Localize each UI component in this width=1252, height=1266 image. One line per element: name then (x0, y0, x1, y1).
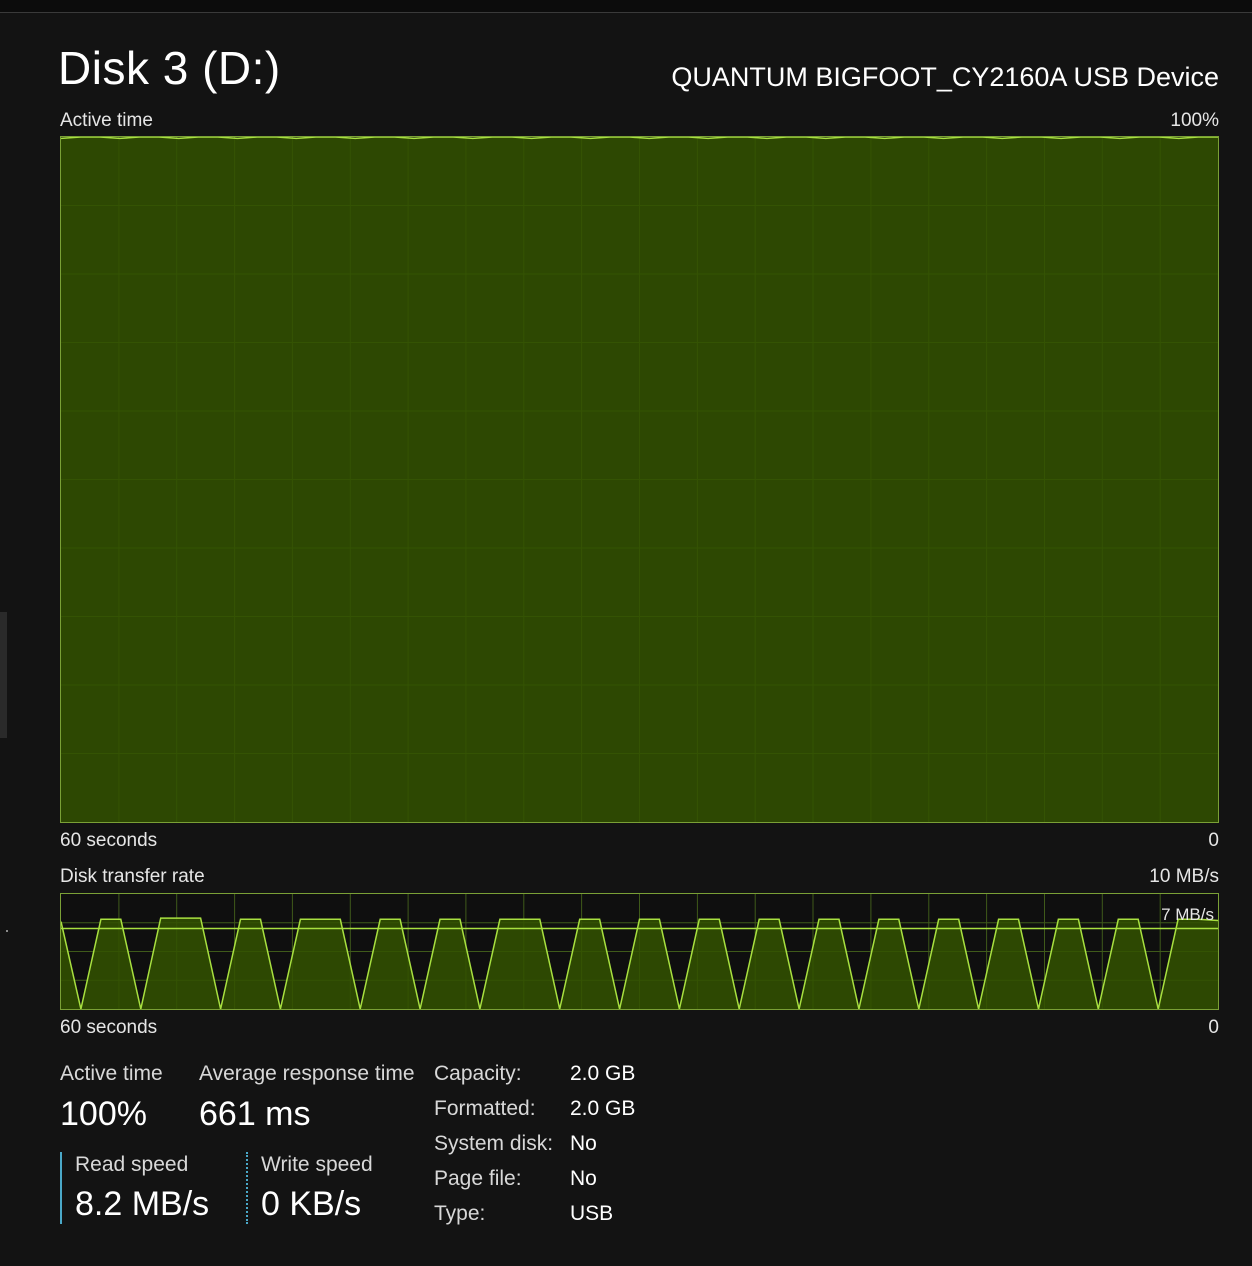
info-formatted-label: Formatted: (434, 1097, 536, 1120)
avg-response-stat-label: Average response time (199, 1062, 415, 1085)
transfer-chart-min-label: 0 (1208, 1017, 1219, 1038)
read-speed-value: 8.2 MB/s (75, 1185, 210, 1223)
active-chart-label: Active time (60, 110, 153, 131)
write-speed-label: Write speed (261, 1153, 373, 1176)
transfer-chart-label: Disk transfer rate (60, 866, 205, 887)
active-time-chart-svg (61, 137, 1218, 822)
info-capacity-label: Capacity: (434, 1062, 522, 1085)
info-formatted-value: 2.0 GB (570, 1097, 636, 1120)
active-chart-max-label: 100% (1170, 110, 1219, 131)
info-system-disk-value: No (570, 1132, 597, 1155)
window-top-border (0, 0, 1252, 13)
info-page-file-label: Page file: (434, 1167, 522, 1190)
write-speed-accent (246, 1152, 248, 1224)
avg-response-stat-value: 661 ms (199, 1095, 311, 1133)
active-time-stat-value: 100% (60, 1095, 147, 1133)
page-title: Disk 3 (D:) (58, 42, 281, 94)
series-area (61, 137, 1218, 822)
device-name: QUANTUM BIGFOOT_CY2160A USB Device (671, 62, 1219, 92)
info-page-file-value: No (570, 1167, 597, 1190)
info-type-label: Type: (434, 1202, 486, 1225)
transfer-chart-time-label: 60 seconds (60, 1017, 158, 1038)
sidebar-dot (6, 930, 8, 932)
info-system-disk-label: System disk: (434, 1132, 554, 1155)
active-time-stat-label: Active time (60, 1062, 163, 1085)
info-type-value: USB (570, 1202, 614, 1225)
read-speed-accent (60, 1152, 62, 1224)
read-speed-label: Read speed (75, 1153, 189, 1176)
transfer-rate-chart-svg (61, 894, 1218, 1009)
active-chart-time-label: 60 seconds (60, 830, 158, 851)
transfer-ref-label: 7 MB/s (1161, 905, 1214, 924)
sidebar-scroll-indicator (0, 612, 7, 738)
transfer-rate-chart: 7 MB/s (60, 893, 1219, 1010)
active-chart-min-label: 0 (1208, 830, 1219, 851)
transfer-chart-max-label: 10 MB/s (1149, 866, 1219, 887)
info-capacity-value: 2.0 GB (570, 1062, 636, 1085)
active-time-chart (60, 136, 1219, 823)
write-speed-value: 0 KB/s (261, 1185, 362, 1223)
